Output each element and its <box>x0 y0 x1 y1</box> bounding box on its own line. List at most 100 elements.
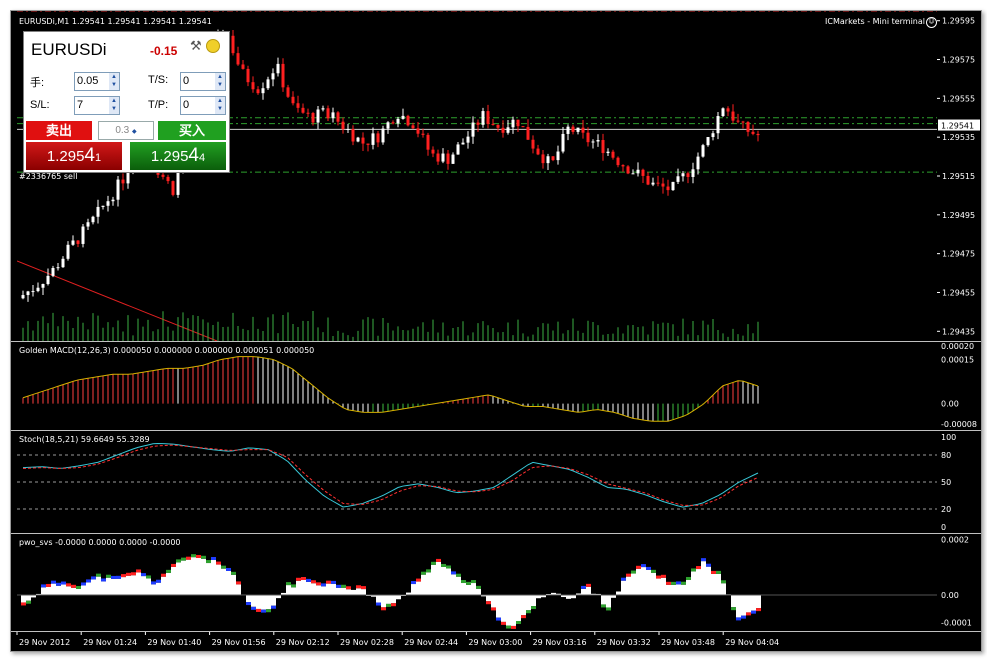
tp-stepper-icon[interactable]: ▲ ▼ <box>215 97 225 114</box>
pwo-cap <box>106 574 111 578</box>
pwo-cap <box>386 603 391 607</box>
candle <box>581 127 585 133</box>
candle <box>511 119 515 128</box>
pwo-chart[interactable] <box>17 534 937 631</box>
pwo-bar <box>316 585 321 595</box>
pwo-cap <box>756 608 761 612</box>
candle <box>441 153 445 162</box>
macd-chart[interactable] <box>17 342 937 430</box>
lots-input[interactable]: 0.05 ▲ ▼ <box>74 72 120 91</box>
stoch-tick-label: 50 <box>941 478 951 487</box>
candle <box>681 173 685 177</box>
pwo-cap <box>41 584 46 588</box>
macd-panel: 0.00020 0.00015 0.00 -0.00008 Golden MACD(1… <box>11 342 981 430</box>
pwo-bar <box>226 570 231 595</box>
macd-plot[interactable] <box>17 342 937 430</box>
pwo-bar <box>641 567 646 595</box>
tp-input[interactable]: 0 ▲ ▼ <box>180 96 226 115</box>
pwo-bar <box>521 594 526 616</box>
stoch-chart[interactable] <box>17 431 937 533</box>
time-tick-label: 29 Nov 03:16 <box>533 638 587 647</box>
candle <box>641 169 645 176</box>
pwo-cap <box>381 607 386 611</box>
candle <box>51 267 55 276</box>
candle <box>481 111 485 125</box>
spread-value: 0.3 <box>115 125 130 136</box>
tools-icon[interactable]: ⚒ <box>190 38 202 54</box>
pwo-bar <box>471 583 476 595</box>
candle <box>66 244 70 259</box>
pwo-cap <box>341 584 346 588</box>
stoch-tick-label: 80 <box>941 451 951 460</box>
pwo-cap <box>496 617 501 621</box>
sl-stepper-icon[interactable]: ▲ ▼ <box>109 97 119 114</box>
pwo-bar <box>416 581 421 595</box>
pwo-bar <box>71 587 76 595</box>
candle <box>566 126 570 134</box>
pwo-bar <box>96 576 101 595</box>
candle <box>76 240 80 244</box>
pwo-cap <box>196 554 201 558</box>
candle <box>516 119 520 127</box>
pwo-bar <box>496 594 501 618</box>
spread-stepper-icon[interactable]: ◆ <box>132 129 137 135</box>
tp-value: 0 <box>183 99 190 111</box>
pwo-cap <box>471 580 476 584</box>
ts-stepper-icon[interactable]: ▲ ▼ <box>215 73 225 90</box>
pwo-bar <box>46 586 51 595</box>
ask-price-button[interactable]: 1.29544 <box>130 142 226 170</box>
bid-price-button[interactable]: 1.29541 <box>26 142 122 170</box>
pwo-cap <box>456 573 461 577</box>
ask-price-frac: 4 <box>199 152 206 164</box>
pwo-cap <box>121 574 126 578</box>
pwo-cap <box>86 579 91 583</box>
candle <box>396 118 400 124</box>
candle <box>46 275 50 285</box>
pwo-cap <box>376 602 381 606</box>
pwo-cap <box>156 579 161 583</box>
pwo-bar <box>216 564 221 595</box>
pwo-bar <box>56 585 61 595</box>
price-tick-label: 1.29515 <box>942 172 975 181</box>
pwo-panel: 0.0002 0.00 -0.0001 pwo_svs -0.0000 0.0000… <box>11 534 981 631</box>
coin-icon[interactable] <box>206 39 220 53</box>
bid-price-pip: 4 <box>84 145 95 166</box>
stoch-line <box>22 444 759 506</box>
candle <box>546 156 550 164</box>
macd-tick-label: 0.00020 <box>941 342 974 351</box>
pwo-bar <box>526 594 531 611</box>
macd-tick-label: 0.00015 <box>941 356 974 365</box>
stoch-plot[interactable] <box>17 431 937 533</box>
stoch-tick-label: 20 <box>941 505 951 514</box>
pwo-cap <box>486 601 491 605</box>
pwo-cap <box>711 570 716 574</box>
pwo-cap <box>256 608 261 612</box>
buy-button[interactable]: 买入 <box>158 121 226 140</box>
time-tick-label: 29 Nov 02:28 <box>340 638 394 647</box>
stoch-title: Stoch(18,5,21) 59.6649 55.3289 <box>19 435 150 444</box>
candle <box>741 121 745 123</box>
candle <box>466 136 470 143</box>
pwo-cap <box>311 580 316 584</box>
candle <box>106 201 110 206</box>
candle <box>496 124 500 128</box>
candle <box>406 115 410 126</box>
pwo-cap <box>436 558 441 562</box>
pwo-cap <box>231 571 236 575</box>
pwo-bar <box>206 563 211 595</box>
candle <box>501 127 505 133</box>
pwo-plot[interactable] <box>17 534 937 631</box>
lots-stepper-icon[interactable]: ▲ ▼ <box>109 73 119 90</box>
candle <box>31 291 35 293</box>
sell-button[interactable]: 卖出 <box>26 121 92 140</box>
pwo-bar <box>396 594 401 600</box>
candle <box>471 122 475 137</box>
pwo-cap <box>701 558 706 562</box>
pwo-bar <box>486 594 491 602</box>
candle <box>231 35 235 54</box>
ts-input[interactable]: 0 ▲ ▼ <box>180 72 226 91</box>
sl-input[interactable]: 7 ▲ ▼ <box>74 96 120 115</box>
pwo-bar <box>81 585 86 595</box>
time-axis: 29 Nov 2012 29 Nov 01:24 29 Nov 01:40 29 No… <box>11 631 981 651</box>
candle <box>116 179 120 200</box>
